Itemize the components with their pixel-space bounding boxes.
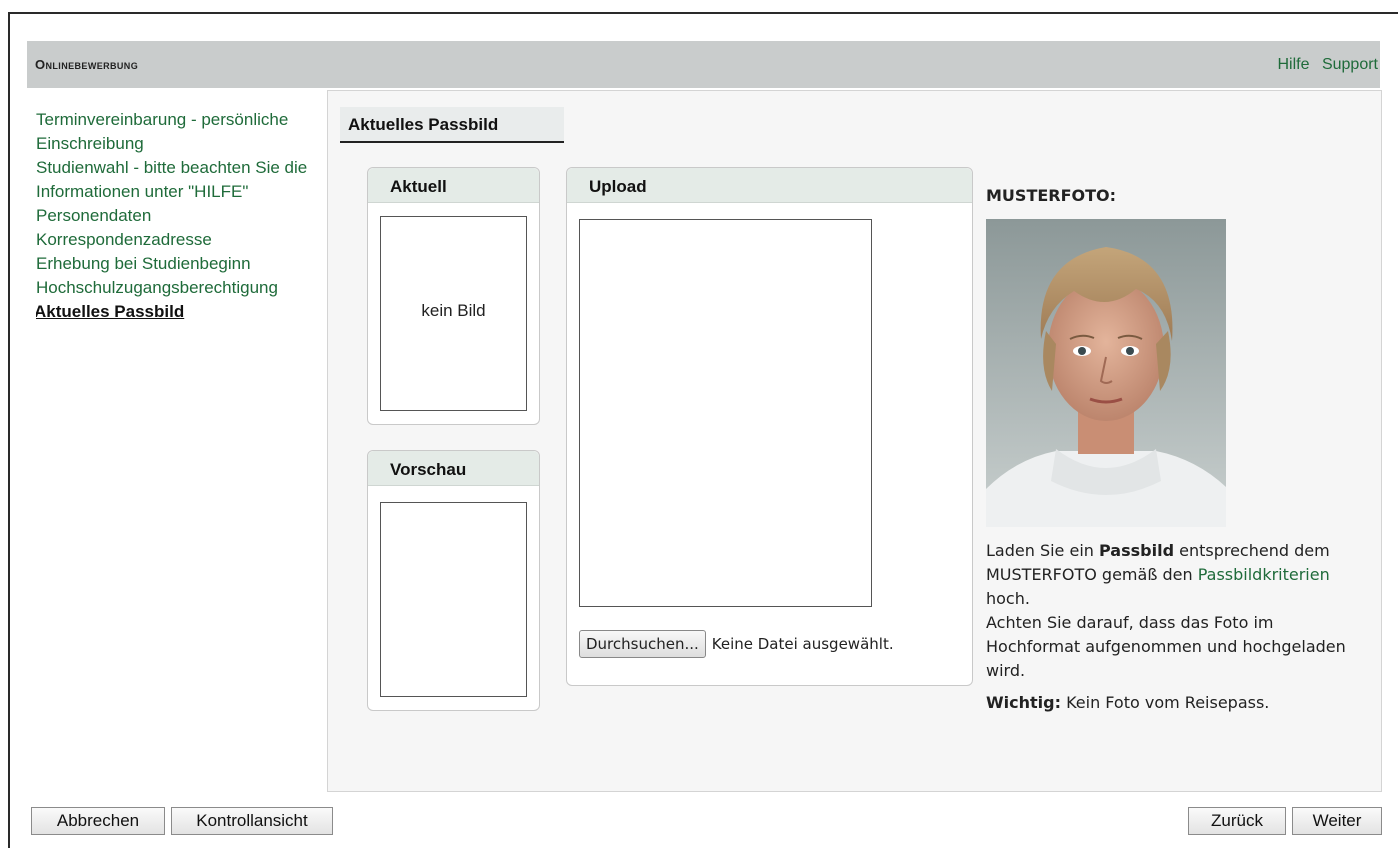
window-left-border (8, 12, 10, 848)
important-label: Wichtig: (986, 693, 1061, 712)
tab-aktuelles-passbild[interactable]: Aktuelles Passbild (340, 107, 564, 143)
sidebar-item-korrespondenzadresse[interactable]: Korrespondenzadresse (36, 228, 328, 252)
current-photo-frame: kein Bild (380, 216, 527, 411)
sample-photo (986, 219, 1226, 527)
control-view-button[interactable]: Kontrollansicht (171, 807, 333, 835)
upload-title: Upload (589, 177, 647, 196)
sample-photo-title: MUSTERFOTO: (986, 186, 1117, 205)
upload-instructions: Laden Sie ein Passbild entsprechend dem … (986, 539, 1371, 683)
back-button[interactable]: Zurück (1188, 807, 1286, 835)
current-photo-header: Aktuell (368, 168, 539, 203)
file-status: Keine Datei ausgewählt. (711, 635, 894, 653)
file-input[interactable]: Durchsuchen... Keine Datei ausgewählt. (579, 630, 894, 658)
instruction-text-1: Laden Sie ein (986, 541, 1099, 560)
page-title: Onlinebewerbung (35, 57, 139, 72)
photo-criteria-link[interactable]: Passbildkriterien (1198, 565, 1330, 584)
sidebar-item-passbild[interactable]: •Aktuelles Passbild (36, 300, 328, 324)
cancel-button[interactable]: Abbrechen (31, 807, 165, 835)
preview-header: Vorschau (368, 451, 539, 486)
sidebar-item-passbild-label: Aktuelles Passbild (36, 302, 185, 321)
sidebar-item-hochschulzugang[interactable]: Hochschulzugangsberechtigung (36, 276, 328, 300)
preview-title: Vorschau (390, 460, 467, 479)
header-bar: Onlinebewerbung Hilfe Support (27, 41, 1380, 88)
sidebar-item-erhebung[interactable]: Erhebung bei Studienbeginn (36, 252, 328, 276)
instruction-text-3: hoch. (986, 589, 1030, 608)
important-text: Kein Foto vom Reisepass. (1061, 693, 1270, 712)
sidebar-item-studienwahl[interactable]: Studienwahl - bitte beachten Sie die Inf… (36, 156, 321, 204)
support-link[interactable]: Support (1322, 56, 1378, 73)
important-note: Wichtig: Kein Foto vom Reisepass. (986, 691, 1371, 715)
no-image-text: kein Bild (421, 301, 486, 320)
current-photo-title: Aktuell (390, 177, 447, 196)
sample-portrait-image (986, 219, 1226, 527)
sidebar-item-terminvereinbarung[interactable]: Terminvereinbarung - persönliche Einschr… (36, 108, 321, 156)
instruction-text-4: Achten Sie darauf, dass das Foto im Hoch… (986, 613, 1346, 680)
sample-photo-info: MUSTERFOTO: Laden Sie ein Passbild entsp… (986, 183, 1371, 715)
upload-crop-area[interactable] (579, 219, 872, 607)
help-link[interactable]: Hilfe (1277, 56, 1309, 73)
preview-box: Vorschau (367, 450, 540, 711)
window-top-border (8, 12, 1398, 14)
tab-label: Aktuelles Passbild (348, 115, 499, 134)
header-links: Hilfe Support (1269, 56, 1378, 74)
current-photo-box: Aktuell kein Bild (367, 167, 540, 425)
preview-frame (380, 502, 527, 697)
next-button[interactable]: Weiter (1292, 807, 1382, 835)
browse-button[interactable]: Durchsuchen... (579, 630, 706, 658)
upload-header: Upload (567, 168, 972, 203)
instruction-bold: Passbild (1099, 541, 1175, 560)
sidebar-item-personendaten[interactable]: Personendaten (36, 204, 328, 228)
sidebar-nav: Terminvereinbarung - persönliche Einschr… (36, 108, 328, 324)
upload-box: Upload Durchsuchen... Keine Datei ausgewä… (566, 167, 973, 686)
